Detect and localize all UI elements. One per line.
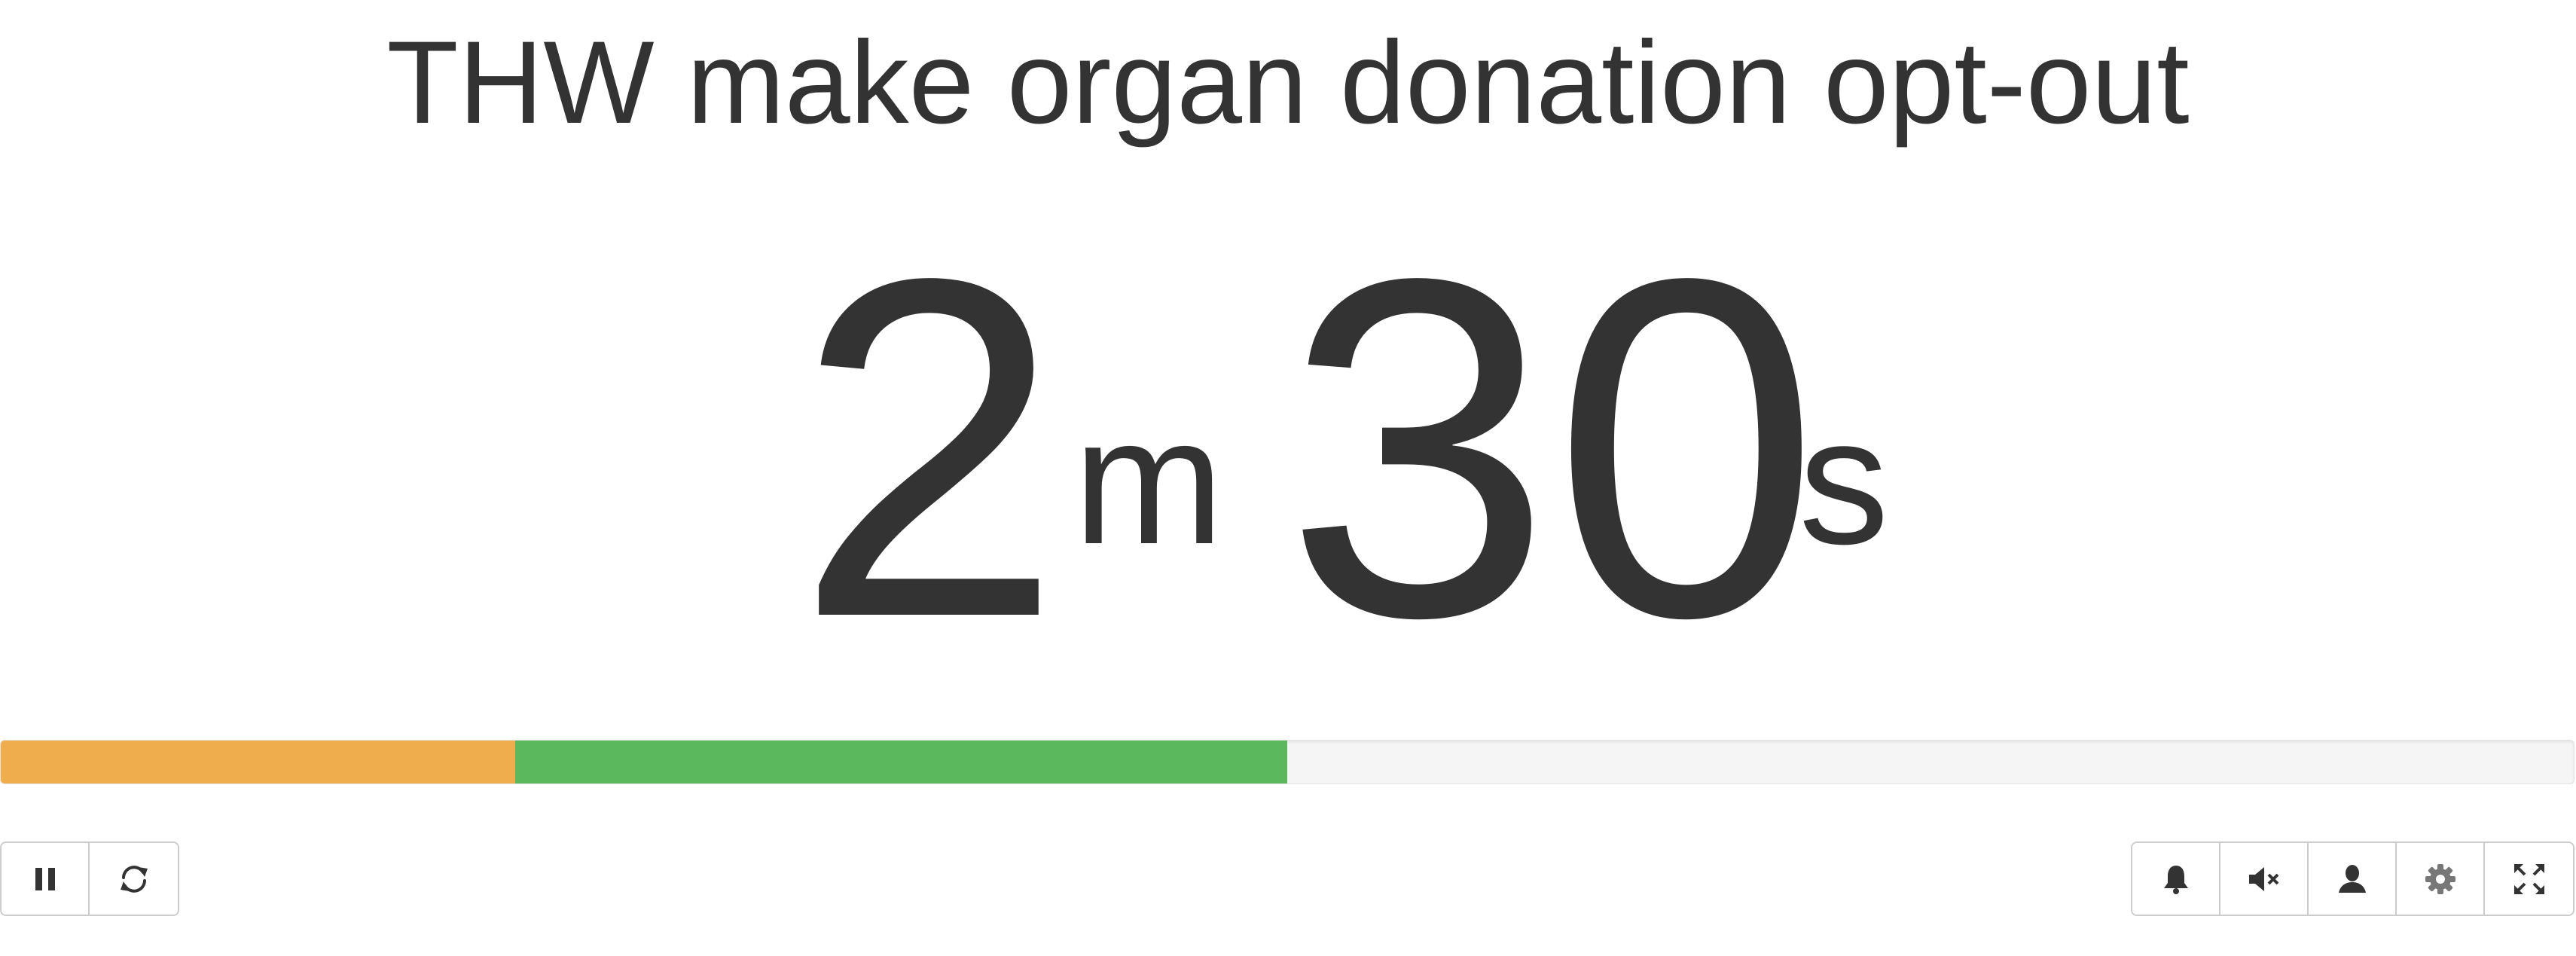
timer-minutes: 2	[795, 179, 1063, 717]
mute-button[interactable]	[2220, 843, 2309, 915]
speaker-button[interactable]	[2309, 843, 2397, 915]
countdown-timer: 2 m 30 s	[0, 166, 2576, 689]
pause-button[interactable]	[2, 843, 90, 915]
bell-icon	[2161, 863, 2191, 896]
gear-icon	[2424, 863, 2457, 896]
timer-seconds-unit: s	[1799, 380, 1889, 582]
timer-controls	[0, 841, 179, 916]
reset-button[interactable]	[90, 843, 178, 915]
fullscreen-icon	[2513, 863, 2546, 896]
user-icon	[2336, 863, 2369, 896]
volume-mute-icon	[2246, 864, 2282, 894]
timer-seconds: 30	[1284, 179, 1821, 717]
timer-minutes-unit: m	[1073, 380, 1224, 582]
refresh-icon	[118, 863, 151, 896]
utility-controls	[2131, 841, 2574, 916]
bell-button[interactable]	[2132, 843, 2220, 915]
settings-button[interactable]	[2397, 843, 2485, 915]
pause-icon	[34, 866, 56, 893]
fullscreen-button[interactable]	[2485, 843, 2573, 915]
progress-warning-segment	[1, 741, 516, 783]
time-progress-bar	[0, 740, 2574, 784]
motion-title: THW make organ donation opt-out	[386, 17, 2190, 148]
progress-success-segment	[515, 741, 1287, 783]
